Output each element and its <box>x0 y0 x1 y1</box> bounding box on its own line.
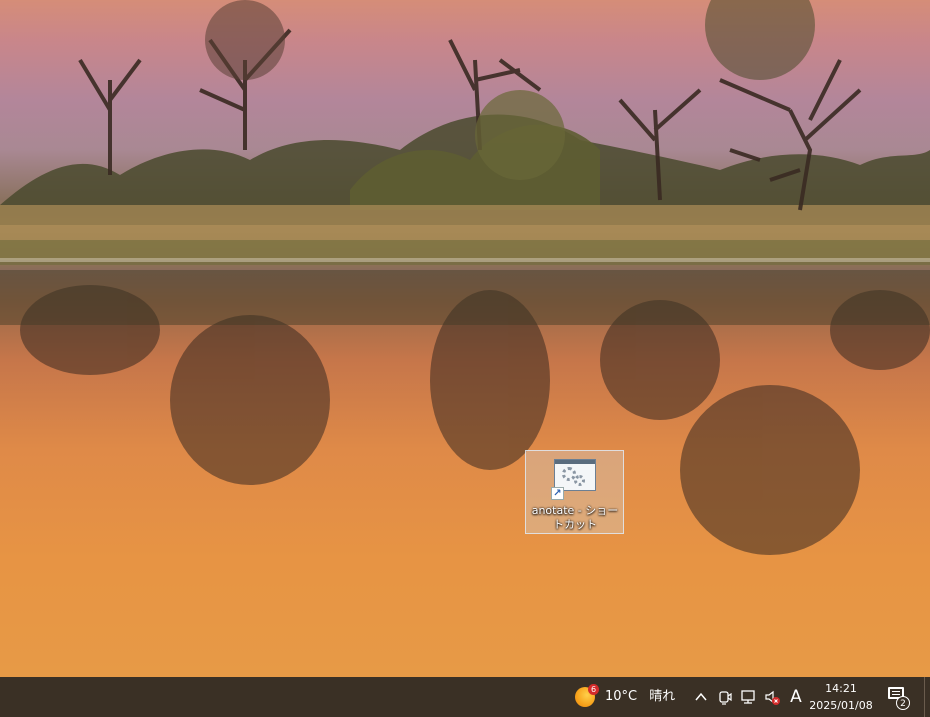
notification-count: 2 <box>896 696 910 710</box>
chevron-up-icon[interactable] <box>692 688 710 706</box>
clock-date: 2025/01/08 <box>809 699 873 712</box>
shortcut-label: anotate - ショートカット <box>531 504 619 531</box>
weather-temperature: 10°C <box>605 689 638 704</box>
desktop-shortcut-anotate[interactable]: ↗ anotate - ショートカット <box>525 450 624 534</box>
network-icon[interactable] <box>740 688 758 706</box>
shortcut-arrow-icon: ↗ <box>551 487 564 500</box>
weather-badge: 6 <box>588 684 599 695</box>
ime-indicator[interactable]: A <box>786 677 806 717</box>
clock-time: 14:21 <box>825 682 857 695</box>
clock[interactable]: 14:21 2025/01/08 <box>808 677 874 717</box>
taskbar: 6 10°C 晴れ A 14:21 2025/01/08 2 <box>0 677 930 717</box>
weather-condition: 晴れ <box>649 689 676 704</box>
show-desktop-button[interactable] <box>924 677 930 717</box>
volume-muted-icon[interactable] <box>763 688 781 706</box>
desktop-wallpaper: ↗ anotate - ショートカット <box>0 0 930 677</box>
wallpaper-landscape <box>0 0 930 555</box>
notification-center-button[interactable]: 2 <box>886 685 910 710</box>
camera-icon[interactable] <box>716 688 734 706</box>
